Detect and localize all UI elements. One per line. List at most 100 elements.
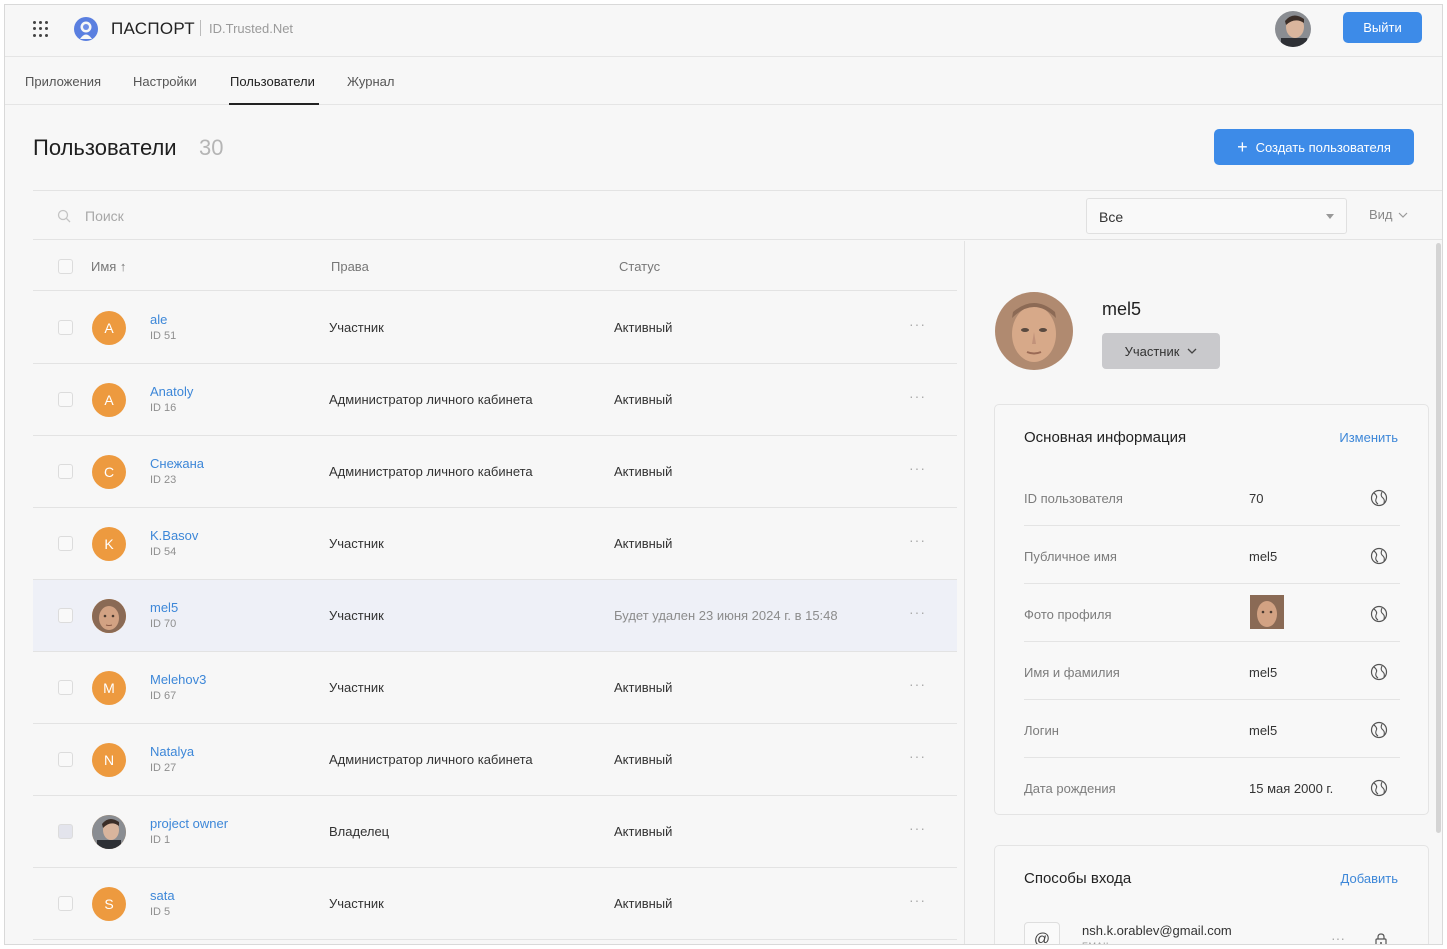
table-row[interactable]: project owner ID 1 Владелец Активный ···	[33, 796, 957, 868]
lock-icon[interactable]	[1374, 932, 1388, 945]
user-role: Участник	[329, 680, 384, 695]
row-more-icon[interactable]: ···	[909, 604, 926, 620]
table-row[interactable]: M Melehov3 ID 67 Участник Активный ···	[33, 652, 957, 724]
visibility-globe-icon[interactable]	[1370, 663, 1388, 681]
logout-button[interactable]: Выйти	[1343, 12, 1422, 43]
row-checkbox[interactable]	[58, 320, 73, 335]
app-window: ПАСПОРТ ID.Trusted.Net Выйти Приложения …	[4, 4, 1443, 945]
tab-journal[interactable]: Журнал	[347, 74, 394, 89]
row-checkbox[interactable]	[58, 752, 73, 767]
visibility-globe-icon[interactable]	[1370, 489, 1388, 507]
user-name-link[interactable]: sata	[150, 888, 175, 903]
row-checkbox[interactable]	[58, 824, 73, 839]
info-label: ID пользователя	[1024, 491, 1123, 506]
status-filter-select[interactable]: Все	[1086, 198, 1347, 234]
user-name-link[interactable]: K.Basov	[150, 528, 198, 543]
row-more-icon[interactable]: ···	[909, 676, 926, 692]
table-row[interactable]: K K.Basov ID 54 Участник Активный ···	[33, 508, 957, 580]
row-more-icon[interactable]: ···	[909, 820, 926, 836]
user-status: Активный	[614, 896, 673, 911]
user-id: ID 5	[150, 906, 171, 918]
table-row[interactable]: A Anatoly ID 16 Администратор личного кабин…	[33, 364, 957, 436]
visibility-globe-icon[interactable]	[1370, 721, 1388, 739]
user-id: ID 27	[150, 762, 177, 774]
user-role: Участник	[329, 896, 384, 911]
info-row: Публичное имя mel5	[1024, 527, 1400, 584]
user-detail-panel: mel5 Участник Основная информация Измени…	[964, 241, 1442, 945]
search-input[interactable]	[85, 203, 585, 229]
login-more-icon[interactable]: ···	[1331, 930, 1345, 944]
row-more-icon[interactable]: ···	[909, 316, 926, 332]
user-name-link[interactable]: Снежана	[150, 456, 204, 471]
basic-info-title: Основная информация	[1024, 429, 1187, 446]
user-id: ID 1	[150, 834, 171, 846]
row-more-icon[interactable]: ···	[909, 388, 926, 404]
avatar: С	[92, 455, 126, 489]
brand-subtitle: ID.Trusted.Net	[209, 21, 294, 36]
row-checkbox[interactable]	[58, 896, 73, 911]
column-name-header[interactable]: Имя ↑	[91, 259, 126, 274]
search-bar: Все Вид	[33, 190, 1442, 240]
apps-grid-icon[interactable]	[33, 21, 49, 37]
info-row: Дата рождения 15 мая 2000 г.	[1024, 759, 1400, 816]
row-checkbox[interactable]	[58, 536, 73, 551]
create-user-button[interactable]: + Создать пользователя	[1214, 129, 1414, 165]
user-id: ID 67	[150, 690, 177, 702]
row-more-icon[interactable]: ···	[909, 748, 926, 764]
visibility-globe-icon[interactable]	[1370, 547, 1388, 565]
info-label: Фото профиля	[1024, 607, 1112, 622]
brand-name: ПАСПОРТ	[111, 19, 195, 38]
row-checkbox[interactable]	[58, 608, 73, 623]
select-all-checkbox[interactable]	[58, 259, 73, 274]
tab-applications[interactable]: Приложения	[25, 74, 101, 89]
avatar: N	[92, 743, 126, 777]
add-login-method-link[interactable]: Добавить	[1341, 871, 1398, 886]
user-name-link[interactable]: mel5	[150, 600, 178, 615]
avatar-initial: N	[103, 752, 115, 768]
user-name-link[interactable]: project owner	[150, 816, 228, 831]
current-user-avatar[interactable]	[1275, 11, 1311, 47]
role-label: Участник	[1124, 343, 1180, 359]
table-row[interactable]: Aale ID 51 Участник Активный ···	[33, 292, 957, 364]
edit-link[interactable]: Изменить	[1339, 430, 1398, 445]
table-row[interactable]: N Natalya ID 27 Администратор личного кабин…	[33, 724, 957, 796]
row-checkbox[interactable]	[58, 680, 73, 695]
column-status-header[interactable]: Статус	[619, 259, 660, 274]
email-at-icon: @	[1024, 922, 1060, 944]
row-more-icon[interactable]: ···	[909, 532, 926, 548]
visibility-globe-icon[interactable]	[1370, 605, 1388, 623]
panel-scrollbar[interactable]	[1436, 243, 1441, 833]
tab-users[interactable]: Пользователи	[230, 74, 315, 89]
info-row: Фото профиля	[1024, 585, 1400, 642]
table-row[interactable]: Ssata ID 5 Участник Активный ···	[33, 868, 957, 940]
profile-photo-thumbnail	[1250, 595, 1284, 629]
users-table: Имя ↑ Права Статус Aale ID 51 Участник Акти…	[33, 241, 963, 944]
user-status: Активный	[614, 536, 673, 551]
row-checkbox[interactable]	[58, 392, 73, 407]
user-name-link[interactable]: Melehov3	[150, 672, 206, 687]
view-label: Вид	[1369, 207, 1393, 222]
row-more-icon[interactable]: ···	[909, 460, 926, 476]
row-checkbox[interactable]	[58, 464, 73, 479]
user-status: Активный	[614, 464, 673, 479]
caret-down-icon	[1326, 214, 1334, 219]
user-name-link[interactable]: Anatoly	[150, 384, 193, 399]
visibility-globe-icon[interactable]	[1370, 779, 1388, 797]
info-row: Логин mel5	[1024, 701, 1400, 758]
view-options-button[interactable]: Вид	[1369, 207, 1408, 222]
user-role: Владелец	[329, 824, 390, 839]
tab-settings[interactable]: Настройки	[133, 74, 197, 89]
login-methods-title: Способы входа	[1024, 870, 1132, 887]
user-name-link[interactable]: ale	[150, 312, 167, 327]
plus-icon: +	[1237, 137, 1248, 157]
row-more-icon[interactable]: ···	[909, 892, 926, 908]
column-rights-header[interactable]: Права	[331, 259, 369, 274]
active-tab-indicator	[229, 103, 319, 105]
role-dropdown[interactable]: Участник	[1102, 333, 1220, 369]
table-row[interactable]: mel5 ID 70 Участник Будет удален 23 июня 20…	[33, 580, 957, 652]
info-row: ID пользователя 70	[1024, 469, 1400, 526]
table-row[interactable]: С Снежана ID 23 Администратор личного кабин…	[33, 436, 957, 508]
avatar-initial: A	[104, 392, 114, 408]
user-name-link[interactable]: Natalya	[150, 744, 194, 759]
login-type: EMAIL	[1082, 941, 1112, 944]
